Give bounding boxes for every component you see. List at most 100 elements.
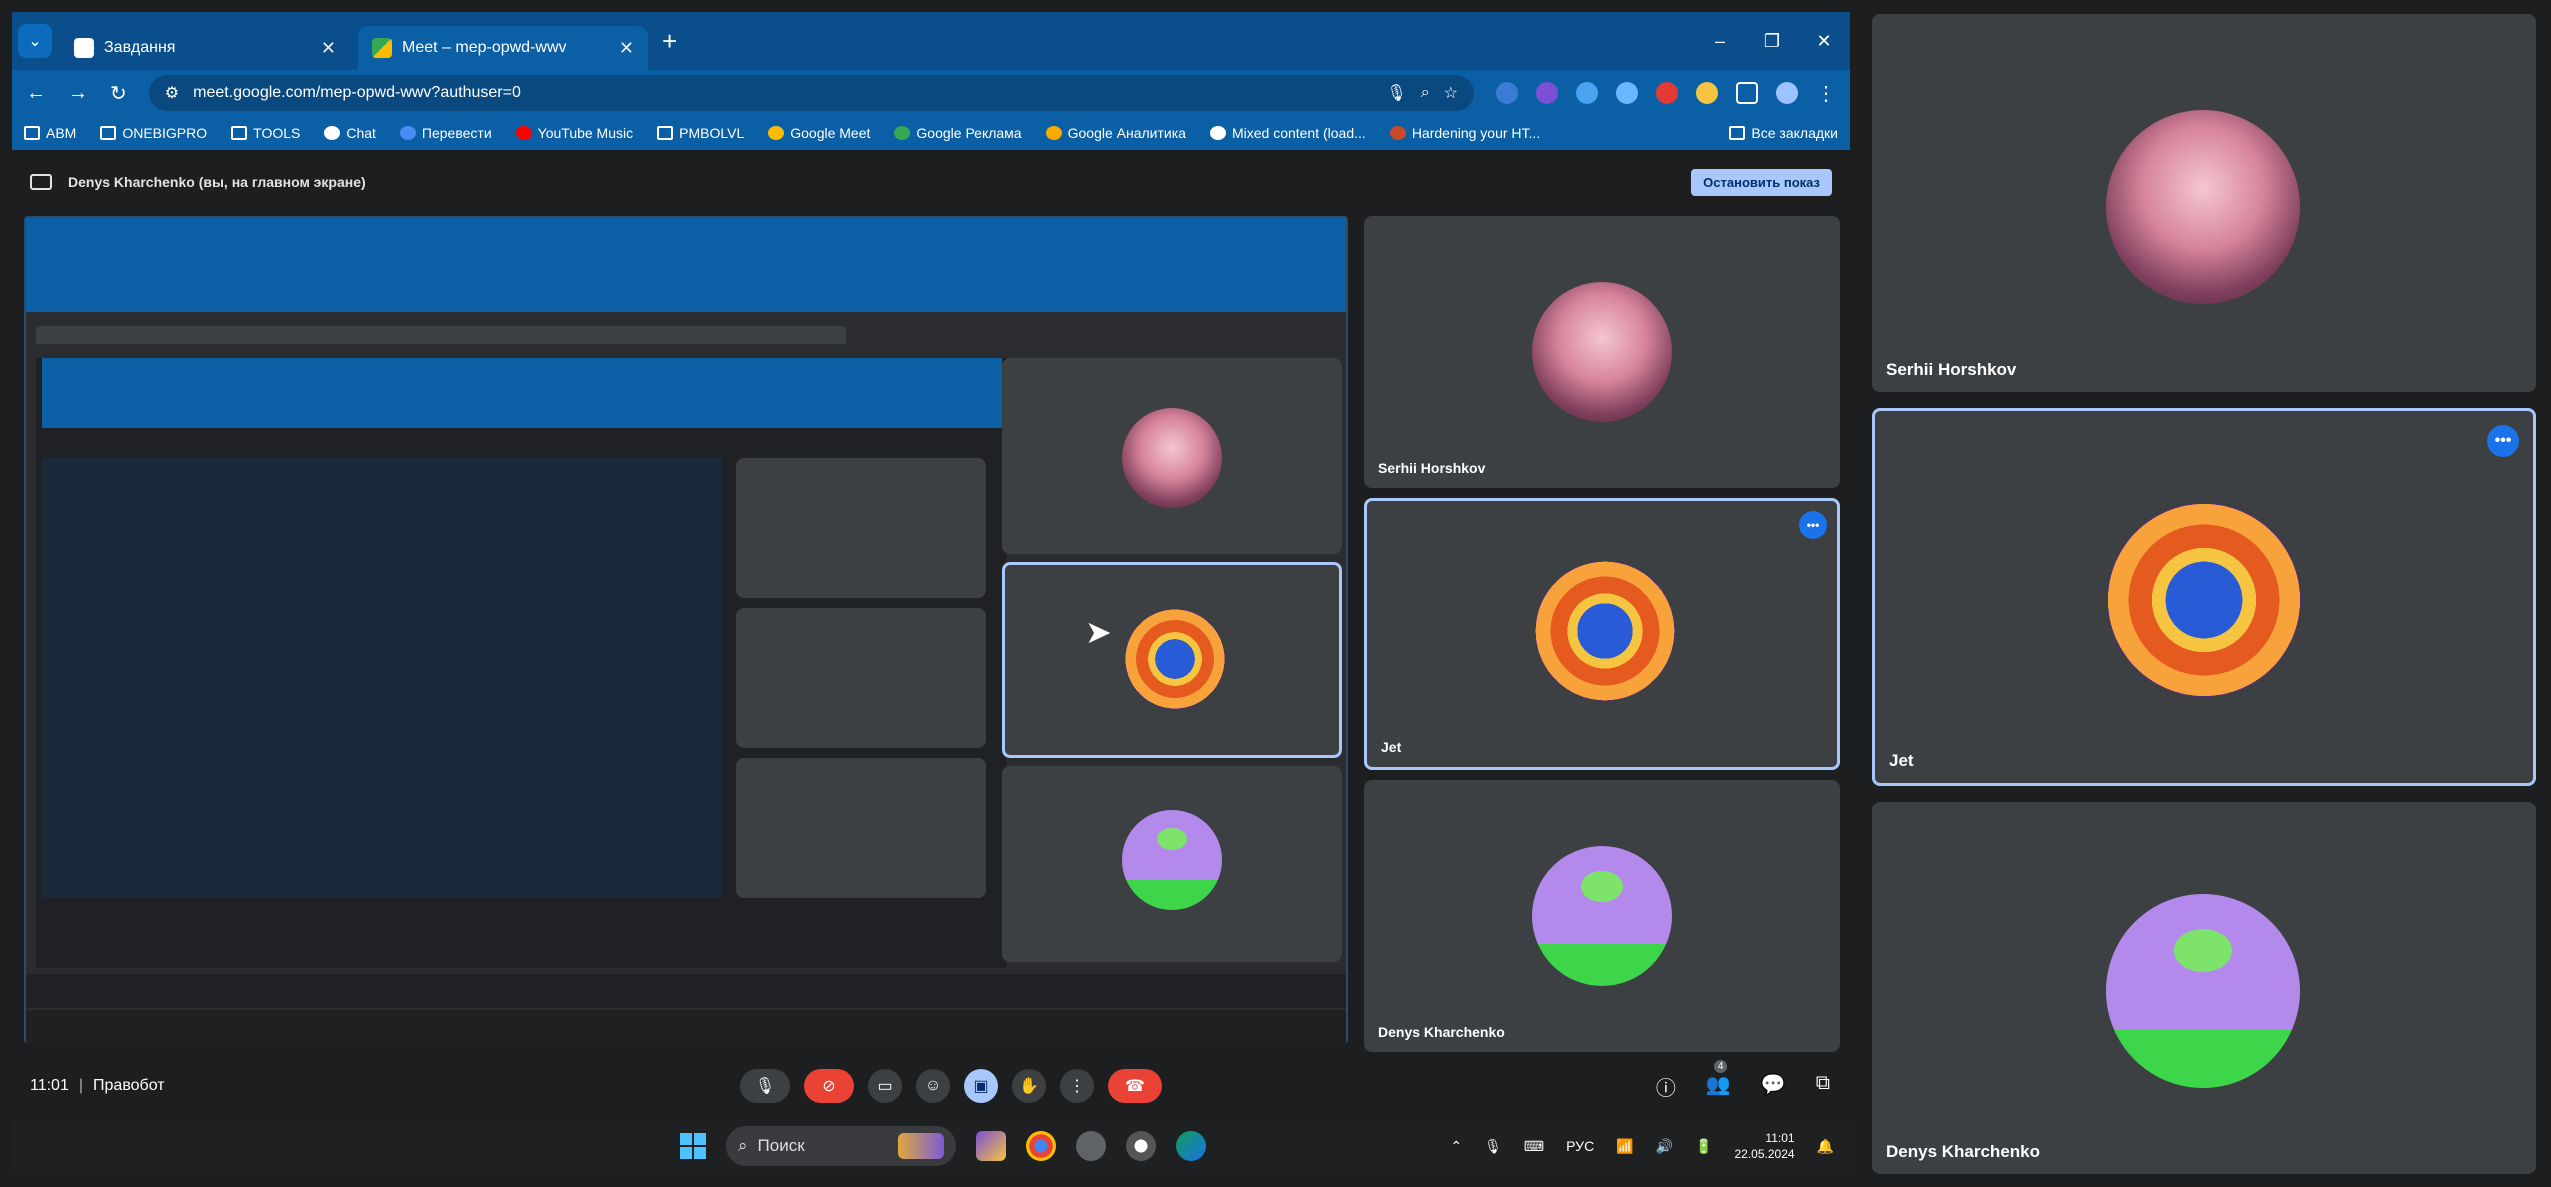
taskbar-search[interactable]: ⌕ Поиск — [726, 1126, 956, 1166]
windows-start-icon[interactable] — [680, 1133, 706, 1159]
extension-icon[interactable] — [1536, 82, 1558, 104]
nested-avatar — [1125, 609, 1225, 709]
docs-favicon-icon — [74, 38, 94, 58]
bookmark-youtube-music[interactable]: YouTube Music — [515, 125, 633, 141]
chat-icon[interactable]: 💬 — [1761, 1072, 1786, 1101]
bookmarks-bar: ABM ONEBIGPRO TOOLS Chat Перевести YouTu… — [12, 116, 1850, 150]
microphone-button[interactable]: 🎙 — [740, 1069, 790, 1103]
more-options-button[interactable]: ⋮ — [1060, 1069, 1094, 1103]
site-info-icon[interactable]: ⚙ — [165, 83, 179, 103]
folder-icon — [231, 126, 248, 140]
app-icon[interactable] — [1126, 1131, 1156, 1161]
settings-gear-icon[interactable] — [1076, 1131, 1106, 1161]
people-icon[interactable]: 👥 4 — [1706, 1059, 1731, 1101]
close-tab-icon[interactable]: ✕ — [321, 38, 336, 59]
participant-avatar — [2106, 894, 2300, 1088]
bookmark-google-ads[interactable]: Google Реклама — [894, 125, 1022, 141]
side-tile-serhii[interactable]: Serhii Horshkov — [1872, 14, 2536, 392]
participant-tile-jet[interactable]: ••• Jet — [1364, 498, 1840, 770]
reload-icon[interactable]: ↻ — [110, 81, 127, 106]
microphone-icon[interactable]: 🎙 — [1386, 83, 1406, 103]
tab-meet[interactable]: Meet – mep-opwd-wwv ✕ — [358, 26, 648, 70]
app-icon[interactable] — [976, 1131, 1006, 1161]
taskbar-apps: ⌕ Поиск — [680, 1126, 1206, 1166]
bookmark-onebigpro[interactable]: ONEBIGPRO — [100, 125, 207, 141]
bookmark-tools[interactable]: TOOLS — [231, 125, 300, 141]
side-tile-jet[interactable]: ••• Jet — [1872, 408, 2536, 786]
chat-icon — [324, 126, 341, 140]
bookmark-chat[interactable]: Chat — [324, 125, 376, 141]
forward-arrow-icon[interactable]: → — [68, 82, 88, 105]
bookmark-translate[interactable]: Перевести — [399, 125, 492, 141]
bookmark-mixed-content[interactable]: Mixed content (load... — [1209, 125, 1366, 141]
wifi-icon[interactable]: 📶 — [1616, 1138, 1633, 1155]
new-tab-button[interactable]: + — [662, 26, 677, 57]
url-text: meet.google.com/mep-opwd-wwv?authuser=0 — [193, 84, 521, 101]
participant-avatar — [2106, 110, 2300, 304]
emoji-button[interactable]: ☺ — [916, 1069, 950, 1103]
folder-icon — [1729, 126, 1746, 140]
navigation-toolbar: ← → ↻ ⚙ meet.google.com/mep-opwd-wwv?aut… — [12, 70, 1850, 116]
leave-call-button[interactable]: ☎ — [1108, 1069, 1162, 1103]
bookmark-hardening[interactable]: Hardening your HT... — [1389, 125, 1540, 141]
battery-icon[interactable]: 🔋 — [1695, 1138, 1712, 1155]
participant-name: Jet — [1381, 739, 1402, 755]
info-icon[interactable]: ⓘ — [1656, 1072, 1676, 1101]
more-options-icon[interactable]: ••• — [1799, 511, 1827, 539]
captions-button[interactable]: ▭ — [868, 1069, 902, 1103]
tab-title: Завдання — [104, 39, 176, 56]
tab-zavdannia[interactable]: Завдання ✕ — [60, 26, 350, 70]
extension-icon[interactable] — [1696, 82, 1718, 104]
notification-bell-icon[interactable]: 🔔 — [1817, 1138, 1834, 1155]
tab-search-chevron-icon[interactable]: ⌄ — [18, 24, 52, 58]
close-tab-icon[interactable]: ✕ — [619, 38, 634, 59]
meeting-name: Правобот — [93, 1077, 165, 1094]
bookmark-star-icon[interactable]: ☆ — [1444, 83, 1458, 103]
meeting-time: 11:01 — [30, 1077, 69, 1094]
volume-icon[interactable]: 🔊 — [1656, 1138, 1673, 1155]
participant-tile-denys[interactable]: Denys Kharchenko — [1364, 780, 1840, 1052]
back-arrow-icon[interactable]: ← — [26, 82, 46, 105]
minimize-button[interactable]: – — [1694, 31, 1746, 52]
raise-hand-button[interactable]: ✋ — [1012, 1069, 1046, 1103]
nested-tile — [736, 458, 986, 598]
close-window-button[interactable]: ✕ — [1798, 31, 1850, 52]
extension-icon[interactable] — [1576, 82, 1598, 104]
puzzle-icon[interactable] — [1736, 82, 1758, 104]
presentation-bar: Denys Kharchenko (вы, на главном экране)… — [12, 160, 1850, 204]
all-bookmarks[interactable]: Все закладки — [1729, 125, 1838, 141]
maximize-button[interactable]: ❐ — [1746, 31, 1798, 52]
bookmark-pmbolvl[interactable]: PMBOLVL — [657, 125, 744, 141]
address-bar[interactable]: ⚙ meet.google.com/mep-opwd-wwv?authuser=… — [148, 75, 1474, 111]
bookmark-abm[interactable]: ABM — [24, 125, 76, 141]
extension-icon[interactable] — [1616, 82, 1638, 104]
microphone-tray-icon[interactable]: 🎙 — [1484, 1138, 1502, 1155]
more-menu-icon[interactable]: ⋮ — [1816, 81, 1836, 106]
activities-icon[interactable]: ⧉ — [1816, 1072, 1830, 1101]
camera-off-button[interactable]: ⊘ — [804, 1069, 854, 1103]
language-indicator[interactable]: РУС — [1566, 1138, 1594, 1154]
nested-screen — [42, 458, 722, 898]
present-button[interactable]: ▣ — [964, 1069, 998, 1103]
participant-tile-serhii[interactable]: Serhii Horshkov — [1364, 216, 1840, 488]
bookmark-google-analytics[interactable]: Google Аналитика — [1045, 125, 1186, 141]
keyboard-icon[interactable]: ⌨ — [1524, 1138, 1544, 1155]
nested-screen — [36, 358, 1006, 968]
extension-icon[interactable] — [1656, 82, 1678, 104]
folder-icon — [657, 126, 674, 140]
taskbar-clock[interactable]: 11:01 22.05.2024 — [1735, 1130, 1795, 1162]
extension-icon[interactable] — [1496, 82, 1518, 104]
chrome-icon[interactable] — [1026, 1131, 1056, 1161]
bookmark-google-meet[interactable]: Google Meet — [768, 125, 870, 141]
chevron-up-icon[interactable]: ⌃ — [1450, 1138, 1462, 1155]
stop-presenting-button[interactable]: Остановить показ — [1691, 168, 1832, 196]
extensions-area: ⋮ — [1496, 81, 1836, 106]
more-options-icon[interactable]: ••• — [2487, 425, 2519, 457]
edge-icon[interactable] — [1176, 1131, 1206, 1161]
side-tile-denys[interactable]: Denys Kharchenko — [1872, 802, 2536, 1174]
zoom-icon[interactable]: ⌕ — [1421, 84, 1430, 102]
web-icon — [1209, 126, 1226, 140]
call-controls: 🎙 ⊘ ▭ ☺ ▣ ✋ ⋮ ☎ — [740, 1069, 1162, 1103]
nested-avatar — [1122, 408, 1222, 508]
profile-avatar[interactable] — [1776, 82, 1798, 104]
